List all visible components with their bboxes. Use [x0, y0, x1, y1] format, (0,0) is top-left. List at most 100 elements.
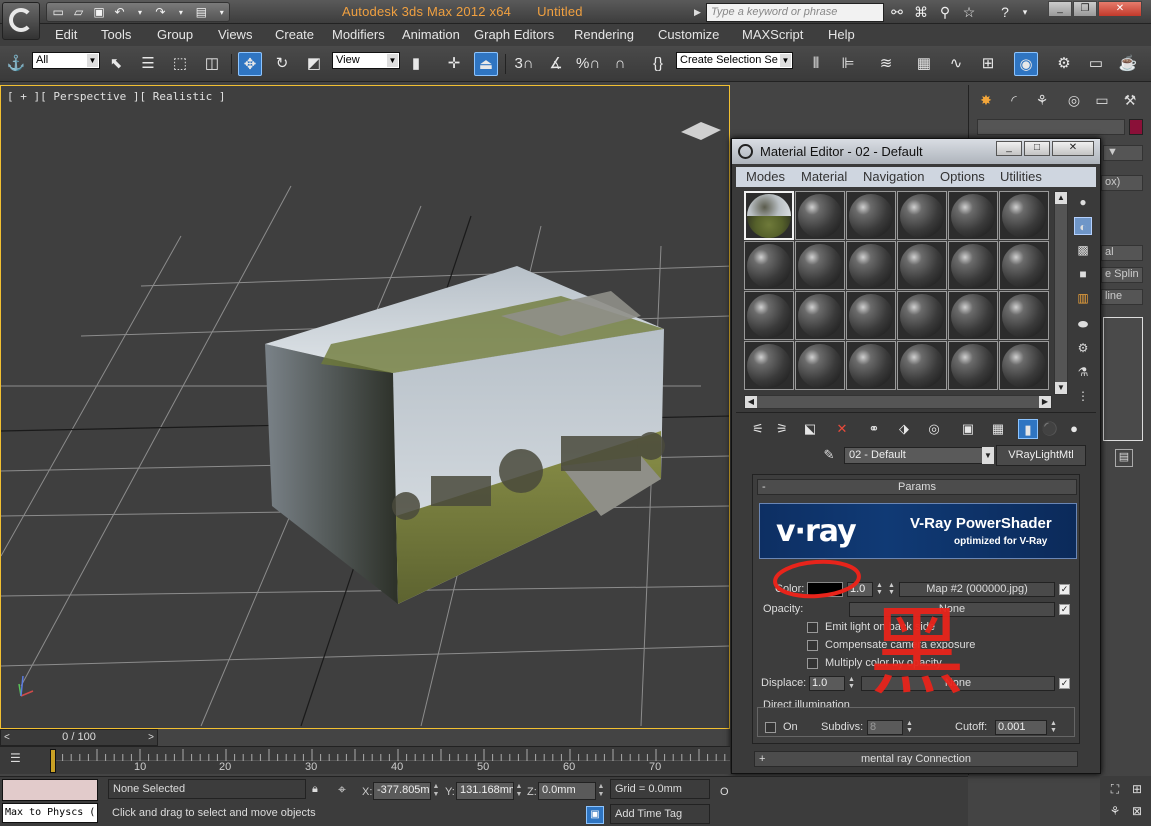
perspective-viewport[interactable]: [ + ][ Perspective ][ Realistic ]: [0, 85, 730, 729]
new-file-icon[interactable]: ▭: [51, 4, 65, 20]
snaps-toggle-icon[interactable]: 3∩: [512, 52, 536, 76]
material-editor-icon[interactable]: ◉: [1014, 52, 1038, 76]
material-id-channel-icon[interactable]: ◎: [924, 419, 944, 439]
help-icon[interactable]: ?: [996, 3, 1014, 21]
select-by-name-icon[interactable]: ☰: [136, 52, 160, 76]
maxscript-mini-listener-output[interactable]: [2, 779, 98, 801]
make-preview-icon[interactable]: ⬬: [1074, 315, 1092, 333]
background-icon[interactable]: ▩: [1074, 241, 1092, 259]
maximize-viewport-icon[interactable]: ⊠: [1128, 802, 1146, 820]
sample-slot[interactable]: [897, 341, 947, 390]
link-icon[interactable]: ⚓: [4, 52, 28, 76]
mirror-icon[interactable]: ⫴: [804, 52, 828, 76]
sample-slot[interactable]: [999, 291, 1049, 340]
selection-lock-icon[interactable]: 🔒︎: [312, 783, 328, 799]
displace-spinner[interactable]: 1.0: [809, 676, 845, 691]
undo-icon[interactable]: ↶: [112, 4, 126, 20]
sample-slot[interactable]: [999, 341, 1049, 390]
color-swatch[interactable]: [807, 582, 843, 597]
restore-button[interactable]: ❐: [1073, 1, 1097, 17]
command-panel-button[interactable]: al: [1101, 245, 1143, 261]
viewport-label[interactable]: [ + ][ Perspective ][ Realistic ]: [7, 90, 226, 103]
track-cursor[interactable]: [50, 749, 56, 773]
minimize-button[interactable]: _: [1048, 1, 1072, 17]
pick-material-eyedropper-icon[interactable]: ✎: [820, 447, 838, 465]
displace-map-checkbox[interactable]: ✓: [1059, 678, 1070, 689]
backlight-icon[interactable]: ◐: [1074, 217, 1092, 235]
me-menu-utilities[interactable]: Utilities: [1000, 169, 1042, 184]
sample-slot[interactable]: [948, 191, 998, 240]
sample-slot[interactable]: [897, 191, 947, 240]
edit-named-selections-icon[interactable]: {}: [646, 52, 670, 76]
sample-slot[interactable]: [795, 191, 845, 240]
graphite-ribbon-icon[interactable]: ▦: [912, 52, 936, 76]
scroll-down-icon[interactable]: ▼: [1055, 382, 1067, 394]
maxscript-mini-listener[interactable]: Max to Physcs (: [2, 803, 98, 823]
me-close-button[interactable]: ✕: [1052, 141, 1094, 156]
material-map-navigator-icon[interactable]: ⋮: [1074, 387, 1092, 405]
reference-coordinate-dropdown[interactable]: View ▼: [332, 52, 400, 69]
go-forward-to-sibling-icon[interactable]: ⚫: [1040, 419, 1060, 439]
sample-slot[interactable]: [948, 241, 998, 290]
direct-illumination-on-checkbox[interactable]: [765, 722, 776, 733]
command-panel-button[interactable]: ox): [1101, 175, 1143, 191]
slot-horizontal-scrollbar[interactable]: ◀ ▶: [744, 395, 1052, 409]
keyboard-shortcut-override-icon[interactable]: ⏏: [474, 52, 498, 76]
prev-frame-icon[interactable]: <: [4, 730, 10, 745]
track-bar[interactable]: ☰ 10 20 30 40 50 60 70: [0, 746, 730, 774]
help-dropdown-icon[interactable]: ▾: [1016, 3, 1034, 21]
undo-dropdown-icon[interactable]: ▾: [133, 4, 147, 20]
sample-slot[interactable]: [999, 241, 1049, 290]
me-minimize-button[interactable]: _: [996, 141, 1022, 156]
named-selection-dropdown[interactable]: Create Selection Se ▼: [676, 52, 793, 69]
favorites-star-icon[interactable]: ☆: [960, 3, 978, 21]
select-move-icon[interactable]: ✥: [238, 52, 262, 76]
spinner-arrows-icon[interactable]: ▲ ▼: [1049, 720, 1058, 735]
spinner-arrows-icon[interactable]: ▲ ▼: [905, 720, 914, 735]
video-color-check-icon[interactable]: ▥: [1074, 289, 1092, 307]
sample-uv-tiling-icon[interactable]: ■: [1074, 265, 1092, 283]
redo-icon[interactable]: ↷: [153, 4, 167, 20]
cutoff-spinner[interactable]: 0.001: [995, 720, 1047, 735]
zoom-extents-all-icon[interactable]: ⊞: [1128, 780, 1146, 798]
sample-slot[interactable]: [846, 191, 896, 240]
hierarchy-tab-icon[interactable]: ⚘: [1031, 89, 1053, 111]
communication-icon[interactable]: ⚲: [936, 3, 954, 21]
options-icon[interactable]: ⚙: [1074, 339, 1092, 357]
color-multiplier-spinner[interactable]: 1.0: [847, 582, 873, 597]
display-tab-icon[interactable]: ▭: [1091, 89, 1113, 111]
save-file-icon[interactable]: ▣: [92, 4, 106, 20]
render-production-icon[interactable]: ☕: [1116, 52, 1140, 76]
slot-vertical-scrollbar[interactable]: ▲ ▼: [1054, 191, 1068, 395]
sample-slot-active[interactable]: [744, 191, 794, 240]
assign-to-selection-icon[interactable]: ⬕: [800, 419, 820, 439]
close-button[interactable]: ✕: [1098, 1, 1142, 17]
params-rollout-header[interactable]: - Params: [757, 479, 1077, 495]
sample-type-icon[interactable]: ●: [1074, 193, 1092, 211]
go-to-parent-icon[interactable]: ▮: [1018, 419, 1038, 439]
menu-create[interactable]: Create: [275, 27, 314, 42]
me-maximize-button[interactable]: □: [1024, 141, 1050, 156]
y-coordinate-field[interactable]: 131.168mm: [456, 782, 514, 800]
opacity-map-checkbox[interactable]: ✓: [1059, 604, 1070, 615]
create-tab-icon[interactable]: ✸: [975, 89, 997, 111]
window-crossing-icon[interactable]: ◫: [200, 52, 224, 76]
sample-slot[interactable]: [795, 341, 845, 390]
show-end-result-icon[interactable]: ▦: [988, 419, 1008, 439]
reset-map-icon[interactable]: ✕: [832, 419, 852, 439]
next-frame-icon[interactable]: >: [148, 730, 154, 745]
object-type-dropdown[interactable]: ▼: [1103, 145, 1143, 161]
zoom-extents-icon[interactable]: ⛶: [1106, 780, 1124, 798]
menu-modifiers[interactable]: Modifiers: [332, 27, 385, 42]
percent-snap-icon[interactable]: %∩: [576, 52, 600, 76]
project-folder-icon[interactable]: ▤: [194, 4, 208, 20]
scroll-right-icon[interactable]: ▶: [1039, 396, 1051, 408]
sample-slot[interactable]: [897, 291, 947, 340]
material-sphere-icon[interactable]: ●: [1064, 419, 1084, 439]
select-object-icon[interactable]: ⬉: [104, 52, 128, 76]
me-menu-modes[interactable]: Modes: [746, 169, 785, 184]
command-panel-button[interactable]: e Splin: [1101, 267, 1143, 283]
opacity-map-button[interactable]: None: [849, 602, 1055, 617]
menu-graph-editors[interactable]: Graph Editors: [474, 27, 554, 42]
modify-tab-icon[interactable]: ◜: [1003, 89, 1025, 111]
